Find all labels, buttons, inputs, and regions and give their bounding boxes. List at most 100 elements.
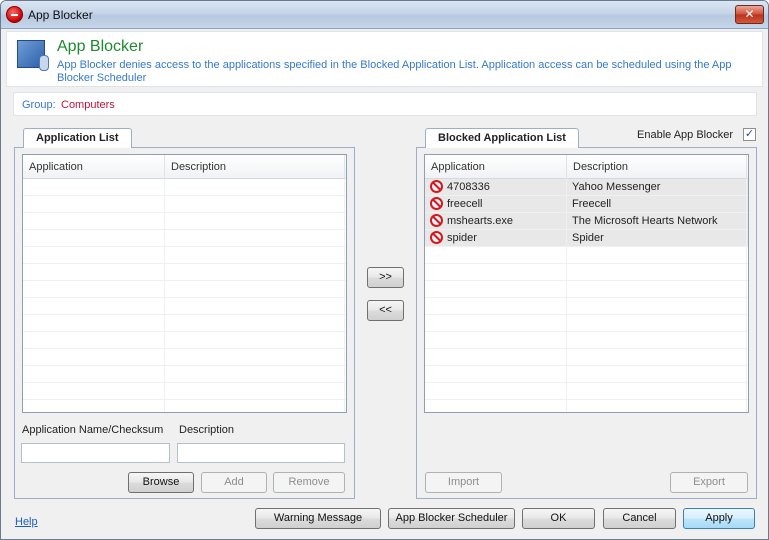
application-cell [425, 281, 567, 298]
table-row [23, 383, 346, 400]
description-label: Description [179, 424, 235, 436]
remove-button[interactable]: Remove [273, 472, 345, 493]
close-button[interactable]: ✕ [735, 5, 764, 24]
application-cell [425, 366, 567, 383]
table-row [425, 332, 748, 349]
table-row [425, 247, 748, 264]
blocked-app-row[interactable]: mshearts.exe The Microsoft Hearts Network [425, 213, 748, 230]
application-cell: freecell [425, 196, 567, 213]
table-row [23, 400, 346, 412]
title-bar: App Blocker ✕ [1, 1, 768, 29]
page-title: App Blocker [57, 38, 144, 55]
column-application[interactable]: Application [425, 155, 567, 179]
page-description: App Blocker denies access to the applica… [57, 59, 732, 84]
tab-application-list[interactable]: Application List [23, 128, 132, 148]
description-cell [567, 383, 747, 400]
table-row [23, 349, 346, 366]
enable-app-blocker-checkbox[interactable]: ✓ [743, 128, 756, 141]
help-link[interactable]: Help [15, 516, 38, 528]
app-blocker-icon [17, 40, 49, 71]
description-cell: Freecell [567, 196, 747, 213]
table-row [425, 383, 748, 400]
app-blocker-window: App Blocker ✕ App Blocker App Blocker de… [0, 0, 769, 540]
table-row [23, 247, 346, 264]
application-name-label: Application Name/Checksum [22, 424, 164, 436]
application-cell [425, 332, 567, 349]
description-cell [567, 247, 747, 264]
cancel-button[interactable]: Cancel [603, 508, 676, 529]
description-cell [567, 400, 747, 412]
application-name: mshearts.exe [447, 215, 514, 227]
group-label: Group: [22, 99, 56, 111]
checkmark-icon: ✓ [744, 128, 755, 140]
description-cell: The Microsoft Hearts Network [567, 213, 747, 230]
table-row [23, 281, 346, 298]
application-name-input[interactable] [21, 443, 170, 463]
blocked-icon [430, 180, 443, 193]
table-row [425, 264, 748, 281]
application-cell: mshearts.exe [425, 213, 567, 230]
table-row [425, 281, 748, 298]
description-cell [567, 366, 747, 383]
import-button[interactable]: Import [425, 472, 502, 493]
table-row [23, 366, 346, 383]
description-cell: Yahoo Messenger [567, 179, 747, 196]
column-description[interactable]: Description [165, 155, 345, 179]
application-name: 4708336 [447, 181, 490, 193]
application-cell [425, 298, 567, 315]
table-row [425, 400, 748, 412]
table-row [425, 298, 748, 315]
application-cell [425, 315, 567, 332]
table-row [425, 349, 748, 366]
apply-button[interactable]: Apply [683, 508, 755, 529]
description-cell [567, 349, 747, 366]
group-bar: Group: Computers [13, 92, 757, 116]
warning-message-button[interactable]: Warning Message [255, 508, 381, 529]
description-cell: Spider [567, 230, 747, 247]
column-description[interactable]: Description [567, 155, 747, 179]
group-value: Computers [61, 99, 115, 111]
application-cell [425, 247, 567, 264]
enable-app-blocker-label: Enable App Blocker [637, 129, 734, 141]
table-row [23, 264, 346, 281]
add-button[interactable]: Add [201, 472, 267, 493]
export-button[interactable]: Export [670, 472, 748, 493]
tab-blocked-application-list[interactable]: Blocked Application List [425, 128, 579, 148]
application-cell: 4708336 [425, 179, 567, 196]
table-row [23, 179, 346, 196]
blocked-app-row[interactable]: freecell Freecell [425, 196, 748, 213]
application-name: spider [447, 232, 477, 244]
blocked-list-header: Application Description [425, 155, 748, 179]
application-name: freecell [447, 198, 483, 210]
application-cell [425, 400, 567, 412]
blocked-listview[interactable]: Application Description 4708336 Yahoo Mes… [424, 154, 749, 413]
description-cell [567, 264, 747, 281]
blocked-app-row[interactable]: spider Spider [425, 230, 748, 247]
app-blocker-scheduler-button[interactable]: App Blocker Scheduler [388, 508, 515, 529]
table-row [425, 315, 748, 332]
application-cell [425, 349, 567, 366]
ok-button[interactable]: OK [522, 508, 595, 529]
app-icon [6, 6, 23, 23]
blocked-app-row[interactable]: 4708336 Yahoo Messenger [425, 179, 748, 196]
move-to-allowed-button[interactable]: << [367, 300, 404, 321]
application-cell [425, 383, 567, 400]
table-row [23, 196, 346, 213]
description-input[interactable] [177, 443, 345, 463]
browse-button[interactable]: Browse [128, 472, 194, 493]
blocked-icon [430, 197, 443, 210]
window-title: App Blocker [28, 8, 93, 22]
application-list-header: Application Description [23, 155, 346, 179]
table-row [23, 298, 346, 315]
column-application[interactable]: Application [23, 155, 165, 179]
description-cell [567, 332, 747, 349]
table-row [23, 332, 346, 349]
table-row [23, 213, 346, 230]
blocked-icon [430, 231, 443, 244]
table-row [425, 366, 748, 383]
application-listview[interactable]: Application Description [22, 154, 347, 413]
blocked-icon [430, 214, 443, 227]
description-cell [567, 298, 747, 315]
move-to-blocked-button[interactable]: >> [367, 267, 404, 288]
header-panel: App Blocker App Blocker denies access to… [6, 31, 763, 87]
